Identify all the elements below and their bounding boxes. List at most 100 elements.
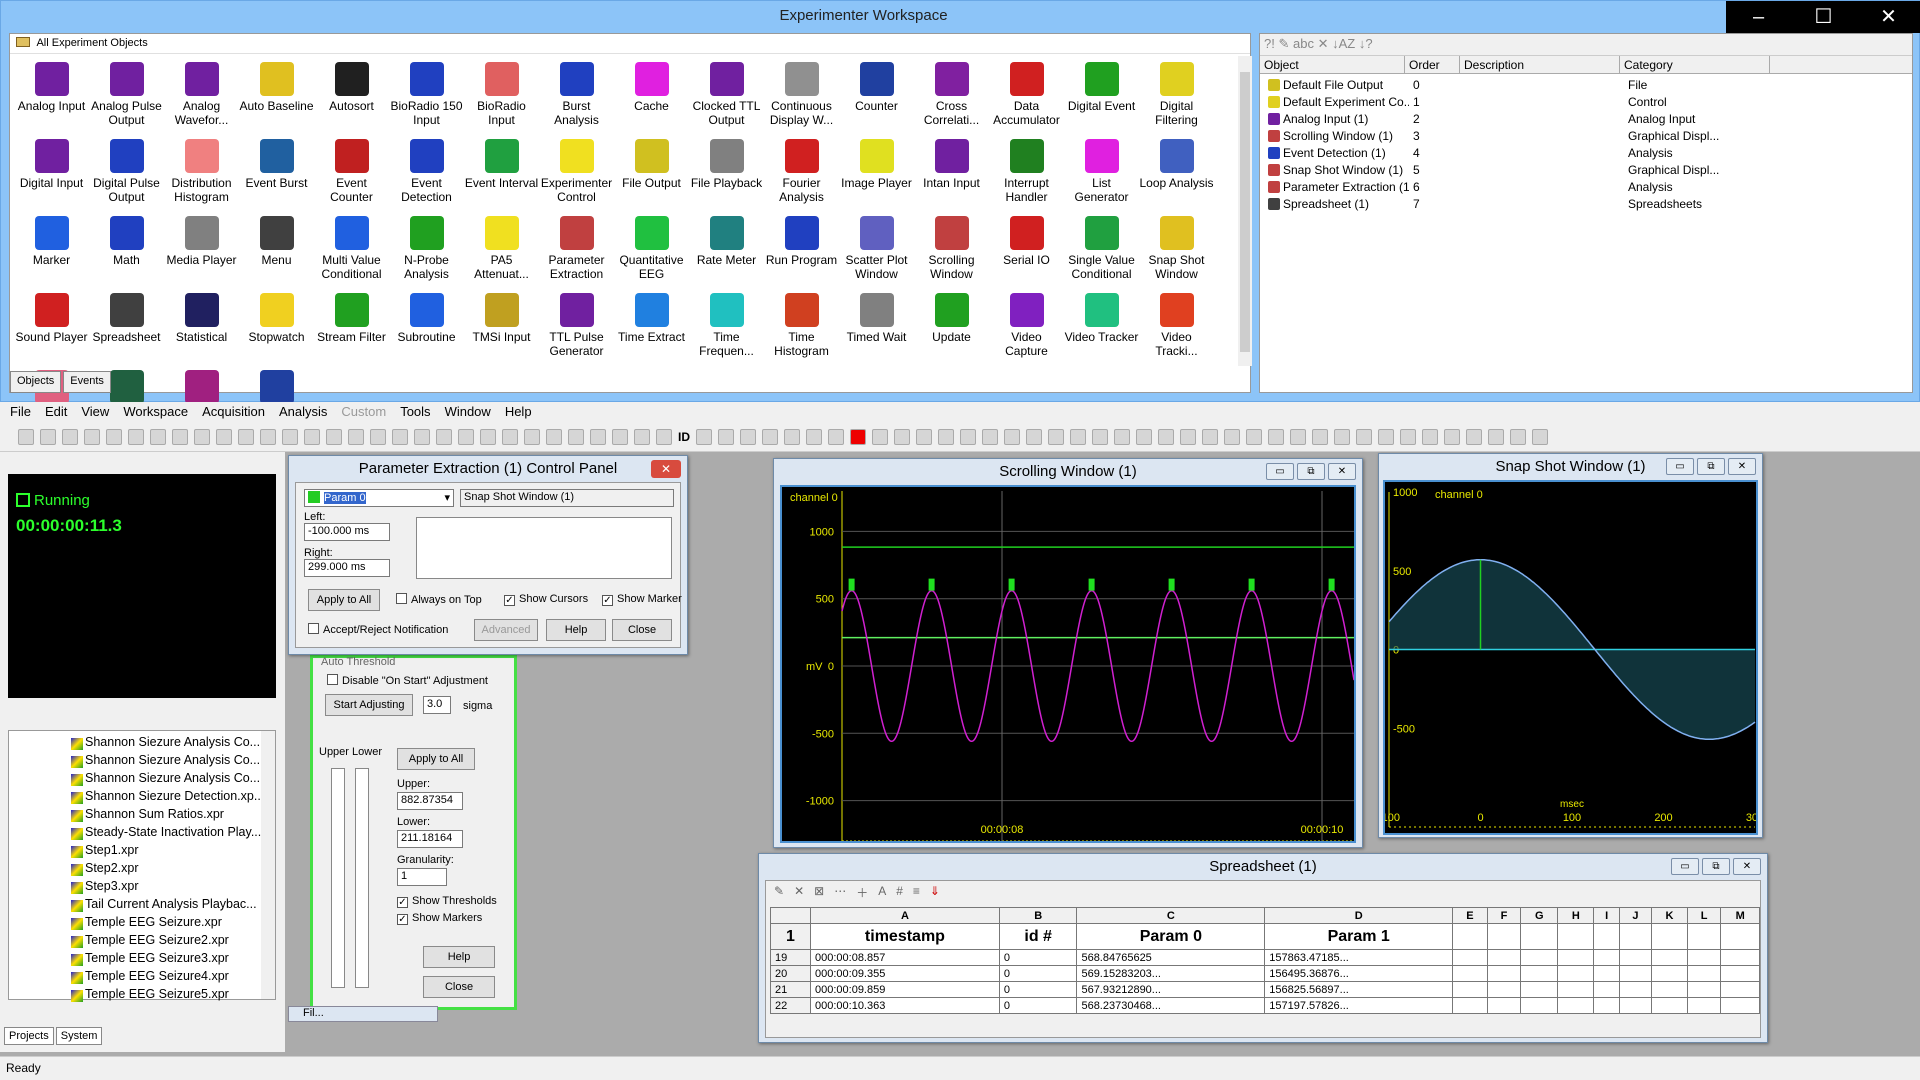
object-tile[interactable]: TTL Pulse Generator [539,287,614,362]
toolbar-icon[interactable] [40,428,56,445]
table-cell[interactable]: 157863.47185... [1264,949,1454,966]
object-tile[interactable]: Experimenter Control [539,133,614,208]
delete-icon[interactable]: ✕ [1318,36,1329,51]
project-file[interactable]: Temple EEG Seizure5.xpr [9,987,275,1005]
object-tile[interactable]: Update [914,287,989,362]
row-header[interactable]: 22 [770,997,811,1014]
table-cell[interactable] [1557,997,1595,1014]
header-cell[interactable] [1452,923,1488,950]
minimize-button[interactable]: ▭ [1671,858,1699,875]
toolbar-icon[interactable] [1488,428,1504,445]
table-cell[interactable] [1686,981,1722,998]
toolbar-icon[interactable] [414,428,430,445]
object-tile[interactable]: Quantitative EEG [614,210,689,285]
object-tile[interactable]: TMSi Input [464,287,539,362]
toolbar-icon[interactable] [1070,428,1086,445]
columns-icon[interactable]: ≡ [913,884,920,900]
header-cell[interactable] [1686,923,1722,950]
toolbar-icon[interactable] [806,428,822,445]
menu-window[interactable]: Window [445,404,491,420]
corner-cell[interactable] [770,907,811,924]
column-category[interactable]: Category [1620,56,1770,73]
column-header[interactable]: J [1618,907,1653,924]
toolbar-icon[interactable] [304,428,320,445]
column-header[interactable]: G [1520,907,1559,924]
table-cell[interactable]: 000:00:08.857 [810,949,1000,966]
column-header[interactable]: M [1720,907,1760,924]
table-cell[interactable] [1651,997,1688,1014]
rename-icon[interactable]: abc [1293,36,1314,51]
project-file[interactable]: Steady-State Inactivation Play... [9,825,275,843]
close-button[interactable]: ✕ [1728,458,1756,475]
toolbar-icon[interactable] [568,428,584,445]
restore-button[interactable]: ⧉ [1697,458,1725,475]
object-tile[interactable]: Serial IO [989,210,1064,285]
export-icon[interactable]: ⇓ [930,884,940,900]
table-cell[interactable] [1618,997,1653,1014]
lower-input[interactable]: 211.18164 [397,830,463,848]
object-tile[interactable]: Marker [14,210,89,285]
object-tile[interactable]: Time Extract [614,287,689,362]
menu-custom[interactable]: Custom [341,404,386,420]
toolbar-icon[interactable] [1268,428,1284,445]
table-cell[interactable] [1486,997,1522,1014]
object-tile[interactable]: Statistical [164,287,239,362]
toolbar-icon[interactable] [982,428,998,445]
toolbar-icon[interactable] [1356,428,1372,445]
header-cell[interactable] [1651,923,1688,950]
table-cell[interactable] [1520,981,1559,998]
object-tile[interactable]: Spreadsheet [89,287,164,362]
project-file[interactable]: Temple EEG Seizure4.xpr [9,969,275,987]
table-cell[interactable] [1557,949,1595,966]
object-tile[interactable]: File Playback [689,133,764,208]
table-cell[interactable] [1593,981,1620,998]
table-cell[interactable] [1618,965,1653,982]
toolbar-icon[interactable] [128,428,144,445]
table-cell[interactable] [1618,949,1653,966]
table-cell[interactable]: 567.93212890... [1076,981,1266,998]
toolbar-icon[interactable] [1400,428,1416,445]
header-cell[interactable] [1618,923,1653,950]
column-header[interactable]: K [1651,907,1688,924]
toolbar-icon[interactable] [828,428,844,445]
left-input[interactable]: -100.000 ms [304,523,390,541]
toolbar-icon[interactable] [1466,428,1482,445]
toolbar-icon[interactable] [762,428,778,445]
close-button[interactable]: ✕ [1733,858,1761,875]
tab-objects[interactable]: Objects [10,371,62,393]
close-button[interactable]: Close [612,619,672,641]
toolbar-icon[interactable] [348,428,364,445]
object-tile[interactable]: Intan Input [914,133,989,208]
toolbar-icon[interactable] [216,428,232,445]
toolbar-icon[interactable] [194,428,210,445]
object-tile[interactable]: PA5 Attenuat... [464,210,539,285]
column-header[interactable]: F [1486,907,1522,924]
toolbar-icon[interactable] [612,428,628,445]
list-row[interactable]: Scrolling Window (1) 3 Graphical Displ... [1264,127,1904,144]
help-button[interactable]: Help [546,619,606,641]
toolbar-icon[interactable] [1114,428,1130,445]
close-button[interactable]: Close [423,976,495,998]
minimize-button[interactable]: ▭ [1266,463,1294,480]
object-tile[interactable]: Clocked TTL Output [689,56,764,131]
table-cell[interactable] [1720,981,1760,998]
row-header[interactable]: 20 [770,965,811,982]
toolbar-icon[interactable] [1202,428,1218,445]
toolbar-icon[interactable] [1158,428,1174,445]
object-tile[interactable]: Analog Pulse Output [89,56,164,131]
table-cell[interactable] [1720,965,1760,982]
toolbar-icon[interactable] [260,428,276,445]
toolbar-icon[interactable] [1004,428,1020,445]
toolbar-icon[interactable] [1092,428,1108,445]
advanced-button[interactable]: Advanced [474,619,538,641]
object-tile[interactable]: Rate Meter [689,210,764,285]
toolbar-icon[interactable] [1422,428,1438,445]
object-tile[interactable]: Parameter Extraction [539,210,614,285]
project-file[interactable]: Temple EEG Seizure.xpr [9,915,275,933]
table-cell[interactable] [1486,949,1522,966]
header-cell[interactable] [1593,923,1620,950]
granularity-input[interactable]: 1 [397,868,447,886]
table-cell[interactable] [1452,949,1488,966]
toolbar-icon[interactable] [1246,428,1262,445]
object-tile[interactable]: Digital Filtering [1139,56,1214,131]
